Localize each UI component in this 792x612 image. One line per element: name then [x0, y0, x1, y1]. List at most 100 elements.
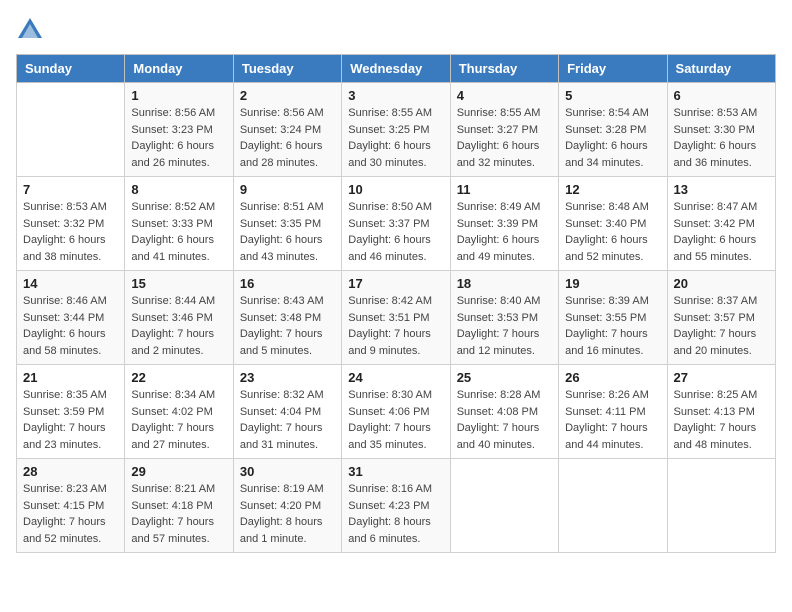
- calendar-cell: 19 Sunrise: 8:39 AM Sunset: 3:55 PM Dayli…: [559, 271, 667, 365]
- day-number: 18: [457, 276, 552, 291]
- day-number: 5: [565, 88, 660, 103]
- calendar-cell: 23 Sunrise: 8:32 AM Sunset: 4:04 PM Dayli…: [233, 365, 341, 459]
- day-detail: Sunrise: 8:55 AM Sunset: 3:25 PM Dayligh…: [348, 105, 443, 171]
- calendar-cell: [559, 459, 667, 553]
- day-detail: Sunrise: 8:48 AM Sunset: 3:40 PM Dayligh…: [565, 199, 660, 265]
- calendar-cell: 22 Sunrise: 8:34 AM Sunset: 4:02 PM Dayli…: [125, 365, 233, 459]
- day-detail: Sunrise: 8:25 AM Sunset: 4:13 PM Dayligh…: [674, 387, 769, 453]
- day-detail: Sunrise: 8:16 AM Sunset: 4:23 PM Dayligh…: [348, 481, 443, 547]
- calendar-cell: 29Sunrise: 8:21 AM Sunset: 4:18 PM Dayli…: [125, 459, 233, 553]
- day-detail: Sunrise: 8:47 AM Sunset: 3:42 PM Dayligh…: [674, 199, 769, 265]
- day-detail: Sunrise: 8:51 AM Sunset: 3:35 PM Dayligh…: [240, 199, 335, 265]
- week-row-1: 1Sunrise: 8:56 AM Sunset: 3:23 PM Daylig…: [17, 83, 776, 177]
- day-number: 28: [23, 464, 118, 479]
- day-number: 19: [565, 276, 660, 291]
- day-number: 23: [240, 370, 335, 385]
- day-number: 7: [23, 182, 118, 197]
- calendar-cell: 3Sunrise: 8:55 AM Sunset: 3:25 PM Daylig…: [342, 83, 450, 177]
- day-number: 30: [240, 464, 335, 479]
- header-day-monday: Monday: [125, 55, 233, 83]
- page-header: [16, 16, 776, 44]
- header-day-tuesday: Tuesday: [233, 55, 341, 83]
- calendar-cell: 31 Sunrise: 8:16 AM Sunset: 4:23 PM Dayli…: [342, 459, 450, 553]
- day-detail: Sunrise: 8:21 AM Sunset: 4:18 PM Dayligh…: [131, 481, 226, 547]
- day-number: 20: [674, 276, 769, 291]
- calendar-cell: 7 Sunrise: 8:53 AM Sunset: 3:32 PM Daylig…: [17, 177, 125, 271]
- calendar-cell: 30 Sunrise: 8:19 AM Sunset: 4:20 PM Dayli…: [233, 459, 341, 553]
- calendar-cell: 17Sunrise: 8:42 AM Sunset: 3:51 PM Dayli…: [342, 271, 450, 365]
- week-row-2: 7 Sunrise: 8:53 AM Sunset: 3:32 PM Daylig…: [17, 177, 776, 271]
- day-detail: Sunrise: 8:50 AM Sunset: 3:37 PM Dayligh…: [348, 199, 443, 265]
- calendar-header-row: SundayMondayTuesdayWednesdayThursdayFrid…: [17, 55, 776, 83]
- calendar-cell: 28 Sunrise: 8:23 AM Sunset: 4:15 PM Dayli…: [17, 459, 125, 553]
- day-detail: Sunrise: 8:30 AM Sunset: 4:06 PM Dayligh…: [348, 387, 443, 453]
- calendar-cell: 11 Sunrise: 8:49 AM Sunset: 3:39 PM Dayli…: [450, 177, 558, 271]
- calendar-cell: 12 Sunrise: 8:48 AM Sunset: 3:40 PM Dayli…: [559, 177, 667, 271]
- calendar-cell: 5Sunrise: 8:54 AM Sunset: 3:28 PM Daylig…: [559, 83, 667, 177]
- day-detail: Sunrise: 8:23 AM Sunset: 4:15 PM Dayligh…: [23, 481, 118, 547]
- week-row-3: 14 Sunrise: 8:46 AM Sunset: 3:44 PM Dayli…: [17, 271, 776, 365]
- calendar-cell: 14 Sunrise: 8:46 AM Sunset: 3:44 PM Dayli…: [17, 271, 125, 365]
- day-detail: Sunrise: 8:44 AM Sunset: 3:46 PM Dayligh…: [131, 293, 226, 359]
- day-detail: Sunrise: 8:53 AM Sunset: 3:30 PM Dayligh…: [674, 105, 769, 171]
- calendar-cell: [17, 83, 125, 177]
- day-number: 26: [565, 370, 660, 385]
- day-number: 6: [674, 88, 769, 103]
- day-detail: Sunrise: 8:39 AM Sunset: 3:55 PM Dayligh…: [565, 293, 660, 359]
- calendar-table: SundayMondayTuesdayWednesdayThursdayFrid…: [16, 54, 776, 553]
- day-detail: Sunrise: 8:42 AM Sunset: 3:51 PM Dayligh…: [348, 293, 443, 359]
- day-number: 8: [131, 182, 226, 197]
- calendar-cell: [667, 459, 775, 553]
- header-day-wednesday: Wednesday: [342, 55, 450, 83]
- day-detail: Sunrise: 8:53 AM Sunset: 3:32 PM Dayligh…: [23, 199, 118, 265]
- calendar-cell: 15 Sunrise: 8:44 AM Sunset: 3:46 PM Dayli…: [125, 271, 233, 365]
- calendar-cell: 13 Sunrise: 8:47 AM Sunset: 3:42 PM Dayli…: [667, 177, 775, 271]
- day-detail: Sunrise: 8:49 AM Sunset: 3:39 PM Dayligh…: [457, 199, 552, 265]
- day-detail: Sunrise: 8:46 AM Sunset: 3:44 PM Dayligh…: [23, 293, 118, 359]
- calendar-cell: 2 Sunrise: 8:56 AM Sunset: 3:24 PM Daylig…: [233, 83, 341, 177]
- calendar-cell: 18 Sunrise: 8:40 AM Sunset: 3:53 PM Dayli…: [450, 271, 558, 365]
- week-row-4: 21 Sunrise: 8:35 AM Sunset: 3:59 PM Dayli…: [17, 365, 776, 459]
- day-number: 14: [23, 276, 118, 291]
- calendar-cell: 25Sunrise: 8:28 AM Sunset: 4:08 PM Dayli…: [450, 365, 558, 459]
- day-detail: Sunrise: 8:35 AM Sunset: 3:59 PM Dayligh…: [23, 387, 118, 453]
- day-number: 25: [457, 370, 552, 385]
- day-number: 13: [674, 182, 769, 197]
- calendar-cell: 16Sunrise: 8:43 AM Sunset: 3:48 PM Dayli…: [233, 271, 341, 365]
- day-number: 22: [131, 370, 226, 385]
- day-detail: Sunrise: 8:34 AM Sunset: 4:02 PM Dayligh…: [131, 387, 226, 453]
- day-number: 2: [240, 88, 335, 103]
- day-detail: Sunrise: 8:26 AM Sunset: 4:11 PM Dayligh…: [565, 387, 660, 453]
- day-detail: Sunrise: 8:56 AM Sunset: 3:24 PM Dayligh…: [240, 105, 335, 171]
- day-detail: Sunrise: 8:19 AM Sunset: 4:20 PM Dayligh…: [240, 481, 335, 547]
- day-number: 24: [348, 370, 443, 385]
- calendar-cell: 9 Sunrise: 8:51 AM Sunset: 3:35 PM Daylig…: [233, 177, 341, 271]
- calendar-cell: 1Sunrise: 8:56 AM Sunset: 3:23 PM Daylig…: [125, 83, 233, 177]
- day-number: 12: [565, 182, 660, 197]
- day-number: 15: [131, 276, 226, 291]
- calendar-cell: 21 Sunrise: 8:35 AM Sunset: 3:59 PM Dayli…: [17, 365, 125, 459]
- calendar-cell: 8 Sunrise: 8:52 AM Sunset: 3:33 PM Daylig…: [125, 177, 233, 271]
- logo: [16, 16, 48, 44]
- day-detail: Sunrise: 8:52 AM Sunset: 3:33 PM Dayligh…: [131, 199, 226, 265]
- day-detail: Sunrise: 8:37 AM Sunset: 3:57 PM Dayligh…: [674, 293, 769, 359]
- day-number: 11: [457, 182, 552, 197]
- header-day-saturday: Saturday: [667, 55, 775, 83]
- header-day-sunday: Sunday: [17, 55, 125, 83]
- day-number: 9: [240, 182, 335, 197]
- day-number: 21: [23, 370, 118, 385]
- calendar-cell: 4Sunrise: 8:55 AM Sunset: 3:27 PM Daylig…: [450, 83, 558, 177]
- week-row-5: 28 Sunrise: 8:23 AM Sunset: 4:15 PM Dayli…: [17, 459, 776, 553]
- header-day-friday: Friday: [559, 55, 667, 83]
- day-number: 31: [348, 464, 443, 479]
- calendar-cell: 20 Sunrise: 8:37 AM Sunset: 3:57 PM Dayli…: [667, 271, 775, 365]
- calendar-cell: 6 Sunrise: 8:53 AM Sunset: 3:30 PM Daylig…: [667, 83, 775, 177]
- day-detail: Sunrise: 8:40 AM Sunset: 3:53 PM Dayligh…: [457, 293, 552, 359]
- calendar-cell: 26 Sunrise: 8:26 AM Sunset: 4:11 PM Dayli…: [559, 365, 667, 459]
- day-detail: Sunrise: 8:56 AM Sunset: 3:23 PM Dayligh…: [131, 105, 226, 171]
- header-day-thursday: Thursday: [450, 55, 558, 83]
- day-number: 4: [457, 88, 552, 103]
- calendar-cell: 24 Sunrise: 8:30 AM Sunset: 4:06 PM Dayli…: [342, 365, 450, 459]
- day-detail: Sunrise: 8:32 AM Sunset: 4:04 PM Dayligh…: [240, 387, 335, 453]
- day-number: 27: [674, 370, 769, 385]
